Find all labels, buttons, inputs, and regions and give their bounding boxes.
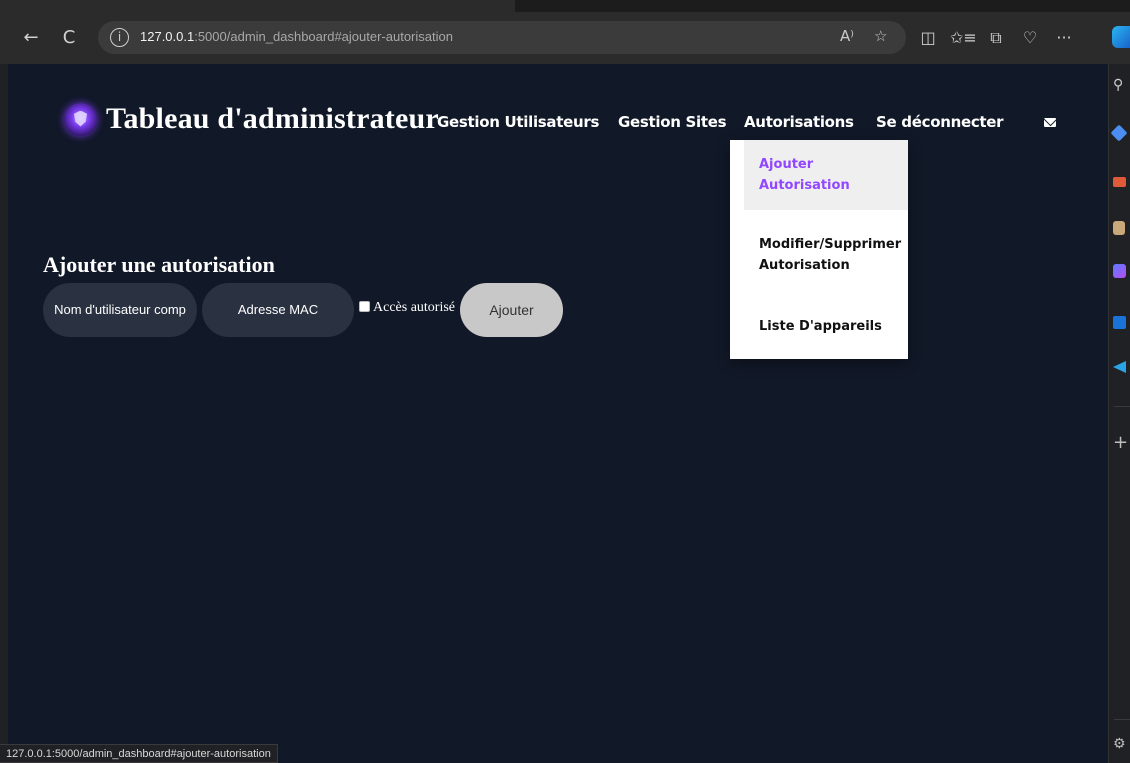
games-icon[interactable] [1113,219,1130,237]
copilot-sidebar-icon[interactable] [1113,262,1130,280]
nav-gestion-sites[interactable]: Gestion Sites [618,113,727,131]
split-screen-icon[interactable]: ◫ [916,26,940,50]
form-title: Ajouter une autorisation [43,252,275,277]
ajouter-button[interactable]: Ajouter [460,283,563,337]
nav-autorisations[interactable]: Autorisations [744,113,854,131]
username-input[interactable]: Nom d'utilisateur comp [43,283,197,337]
dropdown-item-label: Ajouter [759,157,814,172]
shopping-tag-icon[interactable] [1110,124,1130,142]
nav-gestion-utilisateurs[interactable]: Gestion Utilisateurs [437,113,599,131]
add-icon[interactable]: + [1113,434,1130,452]
outlook-icon[interactable] [1113,314,1130,332]
dropdown-item-label: Autorisation [759,258,850,273]
dropdown-item-label: Autorisation [759,178,850,193]
access-checkbox[interactable] [359,301,370,312]
dropdown-item-modifier-supprimer[interactable]: Modifier/Supprimer Autorisation [730,234,908,276]
status-bar-url: 127.0.0.1:5000/admin_dashboard#ajouter-a… [0,744,278,763]
sidebar-divider [1114,406,1130,407]
tools-icon[interactable] [1113,172,1130,190]
shield-logo-icon [64,102,97,136]
page-title: Tableau d'administrateur [106,102,439,135]
dropdown-item-ajouter-autorisation[interactable]: Ajouter Autorisation [744,140,908,210]
active-tab-edge[interactable] [0,0,515,12]
edge-sidebar: ⚲ + ⚙ [1108,64,1130,763]
browser-toolbar: ← C i 127.0.0.1:5000/admin_dashboard#ajo… [0,12,1130,64]
envelope-icon[interactable] [1044,118,1056,127]
url-path: :5000/admin_dashboard#ajouter-autorisati… [194,29,453,44]
back-arrow-icon[interactable]: ← [18,25,44,51]
telegram-icon[interactable] [1113,358,1130,376]
mac-address-input[interactable]: Adresse MAC [202,283,354,337]
more-options-icon[interactable]: ··· [1052,26,1076,50]
sidebar-divider [1114,719,1130,720]
brand[interactable]: Tableau d'administrateur [64,102,439,136]
favorite-star-icon[interactable]: ☆ [874,27,887,45]
url-host: 127.0.0.1 [140,29,195,44]
url-text[interactable]: 127.0.0.1:5000/admin_dashboard#ajouter-a… [140,29,453,44]
read-aloud-icon[interactable]: A⁾ [840,27,854,45]
refresh-icon[interactable]: C [56,25,82,51]
site-info-icon[interactable]: i [110,28,129,47]
dropdown-item-label: Modifier/Supprimer [759,237,902,252]
copilot-icon[interactable] [1112,26,1130,48]
tab-strip [0,0,1130,12]
search-icon[interactable]: ⚲ [1113,76,1130,94]
browser-essentials-icon[interactable]: ♡ [1018,26,1042,50]
access-checkbox-label[interactable]: Accès autorisé [373,300,455,316]
page-viewport: Tableau d'administrateur Gestion Utilisa… [8,64,1108,763]
autorisations-dropdown: Ajouter Autorisation Modifier/Supprimer … [730,140,908,359]
favorites-icon[interactable]: ✩≡ [950,26,977,50]
address-bar[interactable]: i 127.0.0.1:5000/admin_dashboard#ajouter… [98,21,906,54]
settings-gear-icon[interactable]: ⚙ [1113,735,1130,753]
nav-se-deconnecter[interactable]: Se déconnecter [876,113,1004,131]
dropdown-item-liste-appareils[interactable]: Liste D'appareils [730,316,908,337]
collections-icon[interactable]: ⧉ [984,26,1008,50]
